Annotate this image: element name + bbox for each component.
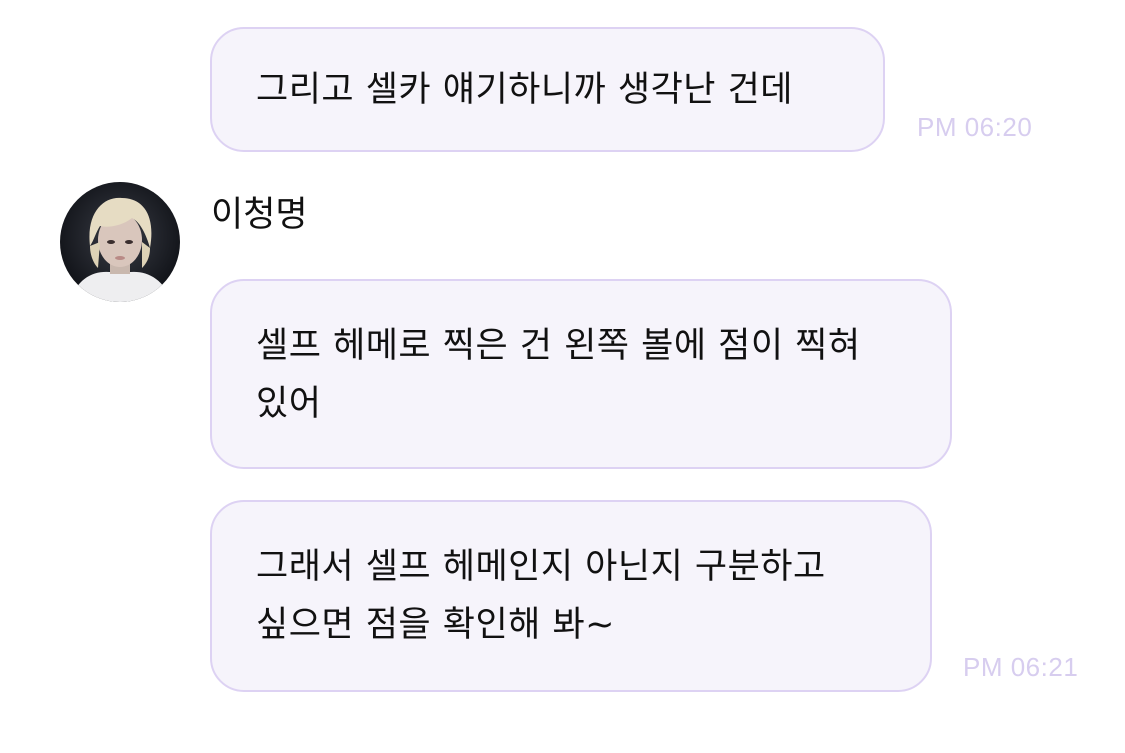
message-timestamp: PM 06:20 — [917, 112, 1033, 142]
message-text-line: 셀프 헤메로 찍은 건 왼쪽 볼에 점이 찍혀 — [256, 326, 861, 366]
message-bubble[interactable]: 셀프 헤메로 찍은 건 왼쪽 볼에 점이 찍혀 있어 — [210, 279, 952, 469]
message-timestamp: PM 06:21 — [963, 652, 1079, 682]
avatar[interactable] — [60, 182, 180, 302]
sender-name: 이청명 — [211, 195, 308, 235]
message-bubble[interactable]: 그래서 셀프 헤메인지 아닌지 구분하고 싶으면 점을 확인해 봐~ — [210, 500, 932, 692]
message-bubble[interactable]: 그리고 셀카 얘기하니까 생각난 건데 — [210, 27, 885, 152]
message-text-line: 있어 — [256, 384, 322, 424]
message-text: 그리고 셀카 얘기하니까 생각난 건데 — [256, 70, 794, 110]
message-text-line: 그래서 셀프 헤메인지 아닌지 구분하고 — [256, 547, 826, 587]
message-text-line: 싶으면 점을 확인해 봐~ — [256, 605, 616, 645]
profile-photo-avatar — [60, 182, 180, 302]
